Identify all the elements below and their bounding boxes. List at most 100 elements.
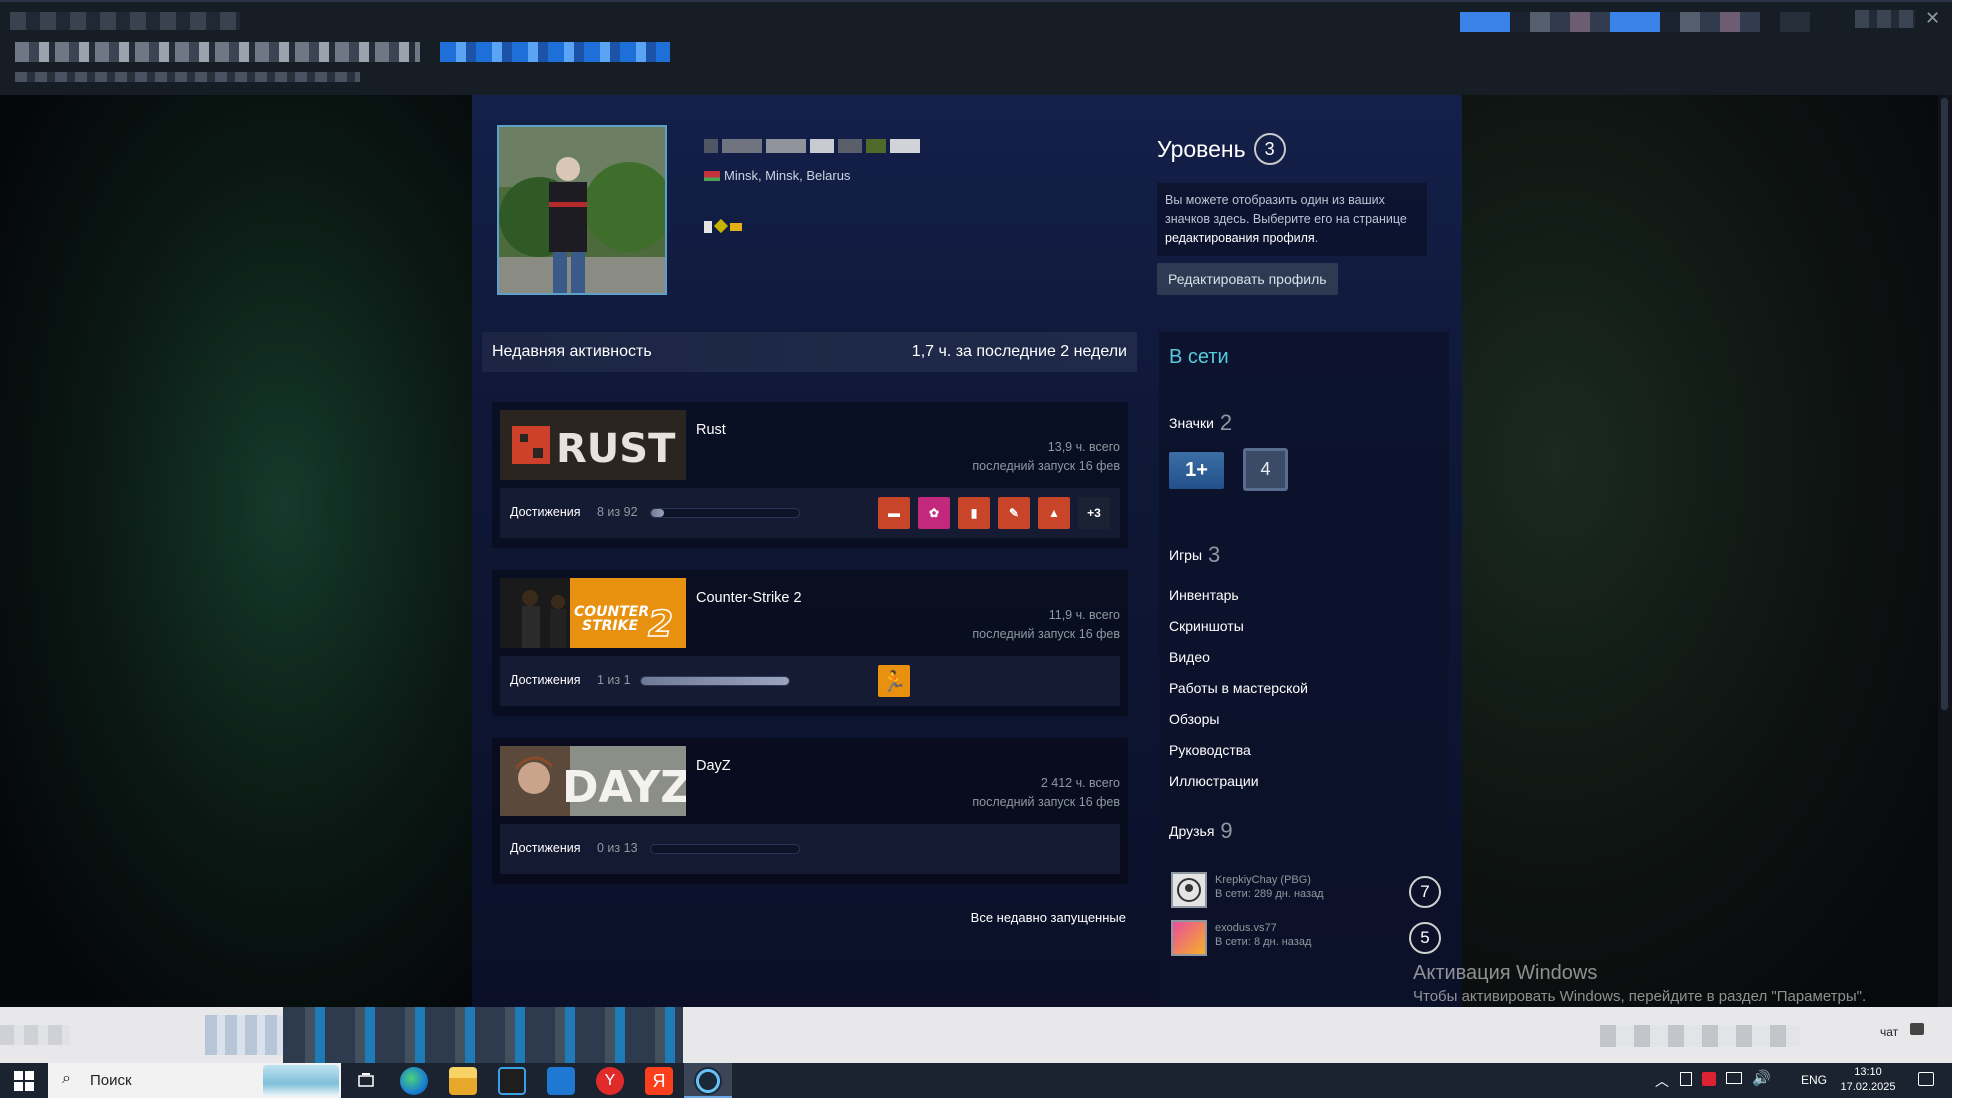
achievements-label: Достижения [510, 673, 581, 687]
games-section-title[interactable]: Игры 3 [1169, 542, 1220, 568]
achievement-icon[interactable]: ▬ [878, 497, 910, 529]
achievement-icons: 🏃 [878, 665, 910, 697]
clock-date[interactable]: 17.02.2025 [1832, 1081, 1904, 1093]
game-name[interactable]: Counter-Strike 2 [696, 590, 802, 606]
profile-sidebar: В сети Значки 2 1+ 4 Игры 3 Инвентарь Скри… [1159, 332, 1449, 1007]
rust-capsule[interactable]: RUST [500, 410, 686, 480]
game-name[interactable]: DayZ [696, 758, 731, 774]
achievement-icon[interactable]: ✎ [998, 497, 1030, 529]
store-icon[interactable] [498, 1067, 526, 1095]
recent-activity-summary: 1,7 ч. за последние 2 недели [911, 343, 1127, 360]
tray-usb-icon[interactable] [1680, 1072, 1692, 1086]
achievements-row[interactable]: Достижения 8 из 92 ▬ ✿ ▮ ✎ ▲ +3 [500, 488, 1120, 538]
more-achievements[interactable]: +3 [1078, 497, 1110, 529]
svg-text:RUST: RUST [556, 426, 676, 472]
chat-label[interactable]: чат [1880, 1025, 1898, 1039]
game-name[interactable]: Rust [696, 422, 726, 438]
badge-hint-link[interactable]: редактирования профиля [1165, 231, 1315, 245]
badges-label: Значки [1169, 415, 1214, 431]
emoticon-icon [704, 221, 712, 233]
achievement-icon[interactable]: 🏃 [878, 665, 910, 697]
friend-item[interactable]: exodus.vs77 В сети: 8 дн. назад 5 [1171, 920, 1441, 960]
achievements-progress [640, 676, 790, 686]
nav-blur-row2 [15, 42, 420, 62]
online-status: В сети [1169, 346, 1229, 368]
game-hours: 2 412 ч. всего [1040, 776, 1120, 790]
scrollbar-thumb[interactable] [1941, 98, 1948, 710]
avatar[interactable] [497, 125, 667, 295]
emoticon-icon [730, 223, 742, 231]
tray-defender-icon[interactable] [1702, 1072, 1716, 1086]
achievement-icon[interactable]: ▲ [1038, 497, 1070, 529]
taskbar-search[interactable]: ⌕ Поиск [48, 1063, 341, 1098]
windows-activation-text: Чтобы активировать Windows, перейдите в … [1413, 988, 1867, 1005]
nav-blur-row1 [10, 12, 240, 30]
file-explorer-icon[interactable] [449, 1067, 477, 1095]
all-recent-games-link[interactable]: Все недавно запущенные [971, 910, 1126, 925]
windows-activation-title: Активация Windows [1413, 962, 1598, 984]
achievements-count: 0 из 13 [597, 841, 638, 855]
level-heading: Уровень 3 [1157, 133, 1286, 165]
friends-section-title[interactable]: Друзья 9 [1169, 818, 1233, 844]
link-artwork[interactable]: Иллюстрации [1169, 773, 1259, 789]
account-blur[interactable] [1460, 12, 1760, 32]
achievement-icons: ▬ ✿ ▮ ✎ ▲ +3 [878, 497, 1110, 529]
friends-label: Друзья [1169, 823, 1215, 839]
tray-network-icon[interactable] [1726, 1072, 1742, 1084]
link-screenshots[interactable]: Скриншоты [1169, 618, 1244, 634]
emoticon-icon [713, 218, 729, 234]
game-hours: 13,9 ч. всего [1047, 440, 1120, 454]
game-last-played: последний запуск 16 фев [972, 627, 1120, 641]
link-reviews[interactable]: Обзоры [1169, 711, 1220, 727]
title-bar: ✕ [0, 0, 1952, 95]
achievements-label: Достижения [510, 505, 581, 519]
link-videos[interactable]: Видео [1169, 649, 1210, 665]
featured-badge-hint: Вы можете отобразить один из ваших значк… [1157, 183, 1427, 256]
tray-chevron-icon[interactable]: ︿ [1655, 1071, 1669, 1091]
svg-text:STRIKE: STRIKE [582, 618, 638, 634]
notifications-icon[interactable] [1918, 1072, 1934, 1086]
svg-text:2: 2 [648, 604, 673, 645]
friend-status: В сети: 289 дн. назад [1215, 888, 1324, 900]
steam-icon[interactable] [694, 1067, 722, 1095]
steam-window: ✕ Minsk, Minsk, Belarus Уровень 3 Вы мож… [0, 0, 1952, 1098]
recent-activity: Недавняя активность 1,7 ч. за последние … [482, 332, 1142, 932]
link-guides[interactable]: Руководства [1169, 742, 1251, 758]
bottom-app-tiles[interactable] [283, 1007, 683, 1063]
cs2-capsule[interactable]: COUNTER STRIKE 2 [500, 578, 686, 648]
edge-icon[interactable] [400, 1067, 428, 1095]
profile-background-right [1462, 95, 1938, 1007]
windows-start-icon[interactable] [14, 1071, 34, 1091]
badge-years-of-service[interactable]: 1+ [1169, 452, 1224, 489]
badges-section-title[interactable]: Значки 2 [1169, 410, 1232, 436]
edit-profile-button[interactable]: Редактировать профиль [1157, 263, 1338, 295]
yandex-browser-icon[interactable]: Y [596, 1067, 624, 1095]
game-counter-strike-2: COUNTER STRIKE 2 Counter-Strike 2 11,9 ч… [492, 570, 1128, 716]
level-badge[interactable]: 3 [1253, 133, 1286, 165]
tray-volume-icon[interactable]: 🔊 [1752, 1069, 1771, 1087]
bottom-blur-left [0, 1025, 70, 1045]
chat-icon[interactable] [1910, 1023, 1924, 1035]
mail-icon[interactable] [547, 1067, 575, 1095]
link-workshop[interactable]: Работы в мастерской [1169, 680, 1308, 696]
friend-avatar [1171, 920, 1207, 956]
link-inventory[interactable]: Инвентарь [1169, 587, 1239, 603]
level-label: Уровень [1157, 135, 1246, 162]
close-icon[interactable]: ✕ [1925, 8, 1940, 29]
friend-name: KrepkiyChay (PBG) [1215, 874, 1311, 886]
language-indicator[interactable]: ENG [1801, 1073, 1827, 1087]
dayz-capsule[interactable]: DAYZ [500, 746, 686, 816]
clock-time[interactable]: 13:10 [1838, 1066, 1898, 1078]
achievement-icon[interactable]: ▮ [958, 497, 990, 529]
yandex-icon[interactable]: Я [645, 1067, 673, 1095]
achievement-icon[interactable]: ✿ [918, 497, 950, 529]
friend-item[interactable]: KrepkiyChay (PBG) В сети: 289 дн. назад … [1171, 872, 1441, 912]
badge-level[interactable]: 4 [1243, 448, 1288, 491]
profile-background-left [0, 95, 472, 1007]
task-view-icon[interactable] [352, 1067, 380, 1095]
achievements-progress-fill [641, 677, 789, 685]
minimize-blur[interactable] [1855, 10, 1915, 28]
url-blur[interactable] [440, 42, 670, 62]
achievements-row[interactable]: Достижения 1 из 1 🏃 [500, 656, 1120, 706]
achievements-row[interactable]: Достижения 0 из 13 [500, 824, 1120, 874]
